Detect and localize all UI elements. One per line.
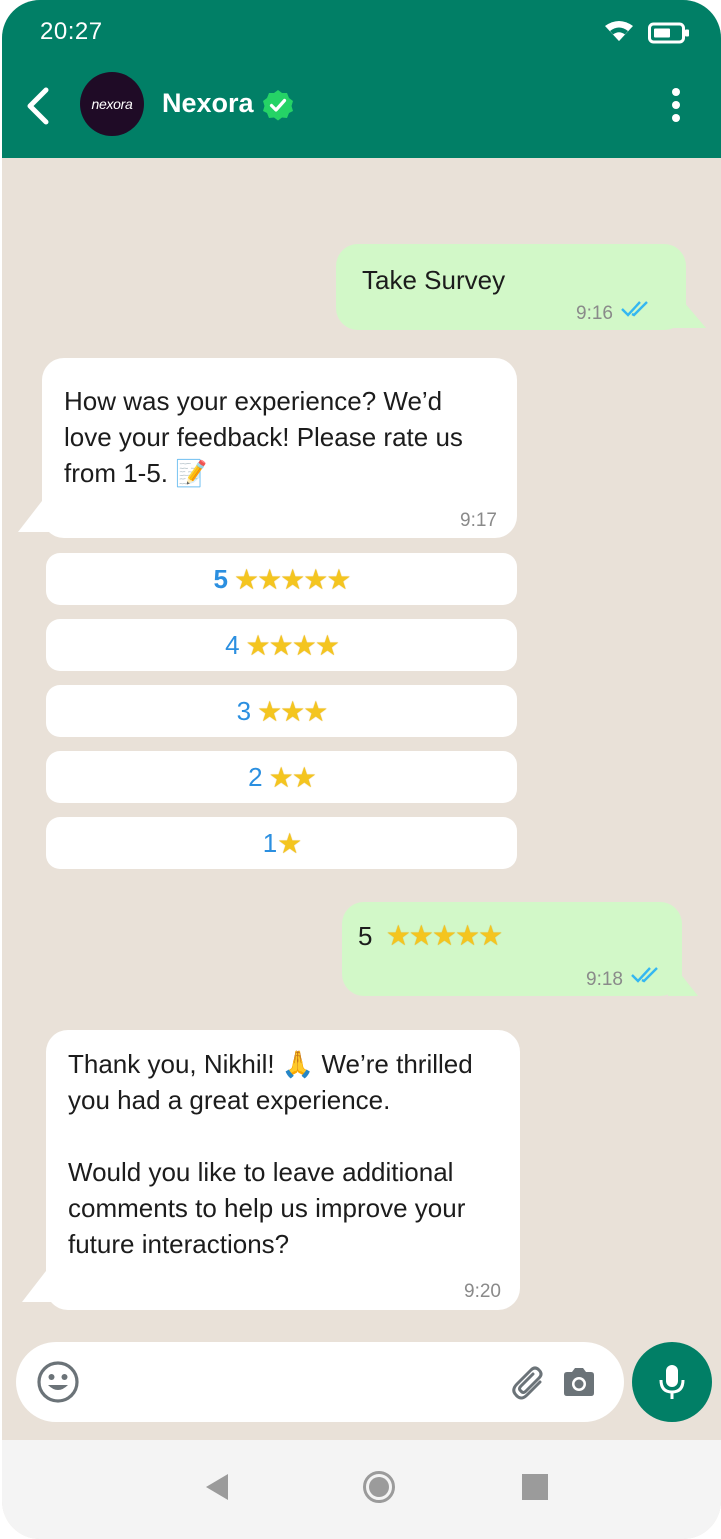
nav-back-icon[interactable] xyxy=(204,1472,230,1502)
more-vert-icon[interactable] xyxy=(664,86,688,124)
rating-option-1[interactable]: 1 ★ xyxy=(46,817,517,869)
nav-recents-icon[interactable] xyxy=(522,1474,548,1500)
stars-icon: ★★★★★ xyxy=(233,563,352,595)
message-bubble-incoming[interactable]: How was your experience? We’d love your … xyxy=(42,358,517,538)
message-time: 9:20 xyxy=(464,1281,501,1302)
message-bubble-incoming[interactable]: Thank you, Nikhil! 🙏 We’re thrilled you … xyxy=(46,1030,520,1310)
read-ticks-icon xyxy=(631,967,658,983)
stars-icon: ★★★ xyxy=(257,695,328,727)
message-line: comments to help us improve your xyxy=(68,1193,466,1223)
option-label: 2 xyxy=(248,761,263,792)
message-line: from 1-5. 📝 xyxy=(64,458,208,488)
read-ticks-icon xyxy=(621,301,648,317)
message-bubble-outgoing[interactable]: 5 ★★★★★ 9:18 xyxy=(342,902,682,996)
phone-screen: 20:27 nexora Nexora Take Survey 9:16 How… xyxy=(2,0,721,1539)
option-label: 5 xyxy=(213,563,228,594)
avatar[interactable]: nexora xyxy=(80,72,144,136)
message-input[interactable] xyxy=(16,1342,624,1422)
message-time: 9:18 xyxy=(586,969,623,990)
stars-icon: ★ xyxy=(277,827,302,859)
option-label: 3 xyxy=(236,695,252,726)
chat-area[interactable]: Take Survey 9:16 How was your experience… xyxy=(2,158,721,1338)
reply-number: 5 xyxy=(358,921,373,951)
message-line: How was your experience? We’d xyxy=(64,386,443,416)
chat-header: nexora Nexora xyxy=(2,62,721,158)
rating-option-5[interactable]: 5 ★★★★★ xyxy=(46,553,517,605)
mic-button[interactable] xyxy=(632,1342,712,1422)
status-bar: 20:27 xyxy=(2,0,721,62)
attach-icon[interactable] xyxy=(510,1364,548,1402)
verified-icon xyxy=(263,90,293,121)
message-line: Thank you, Nikhil! 🙏 We’re thrilled xyxy=(68,1049,473,1079)
message-text: Thank you, Nikhil! 🙏 We’re thrilled you … xyxy=(68,1046,518,1262)
message-line: future interactions? xyxy=(68,1229,290,1259)
battery-icon xyxy=(648,22,689,44)
stars-icon: ★★★★ xyxy=(245,629,340,661)
emoji-icon[interactable] xyxy=(36,1360,80,1404)
stars-icon: ★★ xyxy=(268,761,317,793)
rating-option-4[interactable]: 4 ★★★★ xyxy=(46,619,517,671)
rating-option-3[interactable]: 3 ★★★ xyxy=(46,685,517,737)
rating-option-2[interactable]: 2 ★★ xyxy=(46,751,517,803)
wifi-icon xyxy=(605,21,633,41)
message-line: Would you like to leave additional xyxy=(68,1157,454,1187)
message-text: How was your experience? We’d love your … xyxy=(64,383,509,491)
option-label: 4 xyxy=(225,629,240,660)
system-nav-bar xyxy=(2,1440,721,1539)
contact-name[interactable]: Nexora xyxy=(162,88,254,119)
message-text: 5 ★★★★★ xyxy=(358,918,504,954)
message-line: you had a great experience. xyxy=(68,1085,391,1115)
stars-icon: ★★★★★ xyxy=(385,920,504,951)
avatar-text: nexora xyxy=(91,96,133,112)
message-time: 9:16 xyxy=(576,303,613,324)
back-arrow-icon[interactable] xyxy=(22,84,56,128)
message-line xyxy=(68,1118,518,1154)
nav-home-icon[interactable] xyxy=(362,1470,396,1504)
option-label: 1 xyxy=(262,827,278,858)
message-line: love your feedback! Please rate us xyxy=(64,422,463,452)
message-bubble-outgoing[interactable]: Take Survey 9:16 xyxy=(336,244,686,330)
camera-icon[interactable] xyxy=(561,1367,597,1397)
message-text: Take Survey xyxy=(362,265,506,295)
status-time: 20:27 xyxy=(40,18,103,45)
message-time: 9:17 xyxy=(460,510,497,531)
mic-icon xyxy=(659,1365,685,1399)
